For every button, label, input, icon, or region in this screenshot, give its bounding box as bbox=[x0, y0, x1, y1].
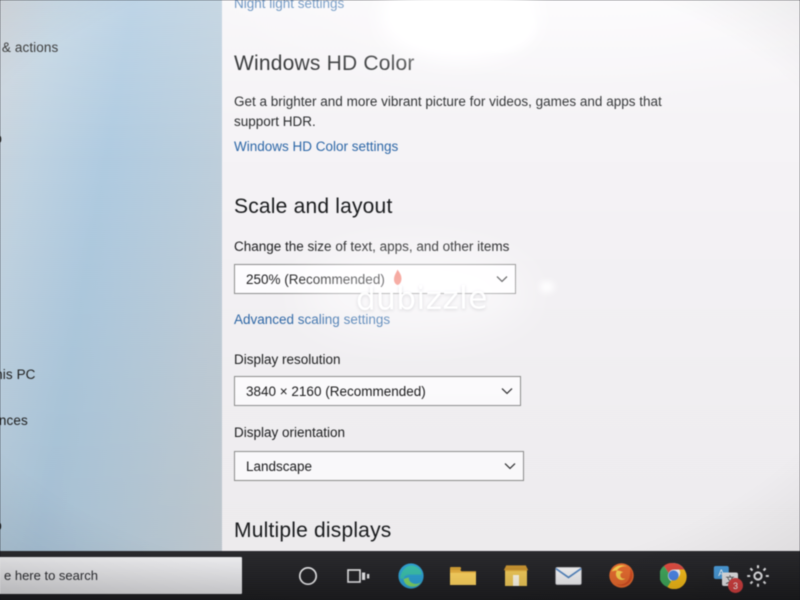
sidebar-item-notifications-actions[interactable]: ons & actions bbox=[0, 40, 58, 55]
display-resolution-label: Display resolution bbox=[234, 352, 341, 367]
display-resolution-dropdown[interactable]: 3840 × 2160 (Recommended) bbox=[234, 376, 521, 406]
photograph-of-monitor: ons & actions ist leep g to this PC erie… bbox=[0, 0, 800, 600]
chrome-icon[interactable] bbox=[658, 560, 689, 591]
sidebar-item-power-sleep[interactable]: leep bbox=[0, 131, 2, 146]
mail-icon[interactable] bbox=[553, 560, 584, 591]
notification-badge: 3 bbox=[728, 578, 743, 593]
sidebar-item-projecting-to-this-pc[interactable]: to this PC bbox=[0, 367, 36, 382]
sidebar-item-shared-experiences[interactable]: eriences bbox=[0, 413, 28, 428]
scale-and-layout-heading: Scale and layout bbox=[234, 195, 393, 218]
chevron-down-icon bbox=[489, 265, 515, 293]
display-resolution-value: 3840 × 2160 (Recommended) bbox=[246, 383, 426, 399]
windows-taskbar[interactable]: e here to search A 3 bbox=[0, 551, 800, 600]
settings-gear-icon[interactable] bbox=[742, 560, 773, 591]
translate-app-icon[interactable]: A 文 3 bbox=[710, 560, 743, 593]
scale-dropdown-value: 250% (Recommended) bbox=[246, 271, 385, 287]
search-placeholder-text: e here to search bbox=[4, 568, 98, 583]
sidebar-item-label: to this PC bbox=[0, 367, 36, 382]
windows-settings-screen: ons & actions ist leep g to this PC erie… bbox=[0, 0, 800, 600]
file-explorer-icon[interactable] bbox=[447, 560, 478, 591]
cortana-icon[interactable] bbox=[292, 560, 323, 591]
multiple-displays-heading: Multiple displays bbox=[234, 519, 392, 542]
scale-dropdown[interactable]: 250% (Recommended) bbox=[234, 264, 516, 294]
display-orientation-value: Landscape bbox=[246, 458, 313, 474]
taskbar-search-input[interactable]: e here to search bbox=[0, 557, 242, 594]
sidebar-item-label: ons & actions bbox=[0, 40, 59, 55]
edge-icon[interactable] bbox=[395, 560, 426, 591]
mouse-cursor-icon bbox=[392, 269, 405, 286]
display-settings-content: Night light settings Windows HD Color Ge… bbox=[222, 0, 800, 551]
windows-hd-color-heading: Windows HD Color bbox=[234, 52, 415, 75]
advanced-scaling-settings-link[interactable]: Advanced scaling settings bbox=[234, 312, 390, 327]
chevron-down-icon bbox=[497, 452, 523, 480]
sidebar-item-label: eriences bbox=[0, 413, 28, 428]
settings-nav-pane[interactable]: ons & actions ist leep g to this PC erie… bbox=[0, 0, 222, 551]
sidebar-item-label: leep bbox=[0, 131, 2, 146]
windows-hd-color-description: Get a brighter and more vibrant picture … bbox=[234, 94, 662, 129]
microsoft-store-icon[interactable] bbox=[500, 560, 531, 591]
chevron-down-icon bbox=[494, 377, 520, 405]
scale-label: Change the size of text, apps, and other… bbox=[234, 239, 510, 254]
display-orientation-label: Display orientation bbox=[234, 425, 346, 440]
firefox-icon[interactable] bbox=[606, 560, 637, 591]
display-orientation-dropdown[interactable]: Landscape bbox=[234, 451, 524, 481]
sidebar-item-label: ktop bbox=[0, 518, 2, 533]
task-view-icon[interactable] bbox=[343, 560, 374, 591]
sidebar-item-remote-desktop[interactable]: ktop bbox=[0, 518, 2, 533]
night-light-settings-link[interactable]: Night light settings bbox=[234, 0, 344, 11]
windows-hd-color-settings-link[interactable]: Windows HD Color settings bbox=[234, 139, 398, 154]
